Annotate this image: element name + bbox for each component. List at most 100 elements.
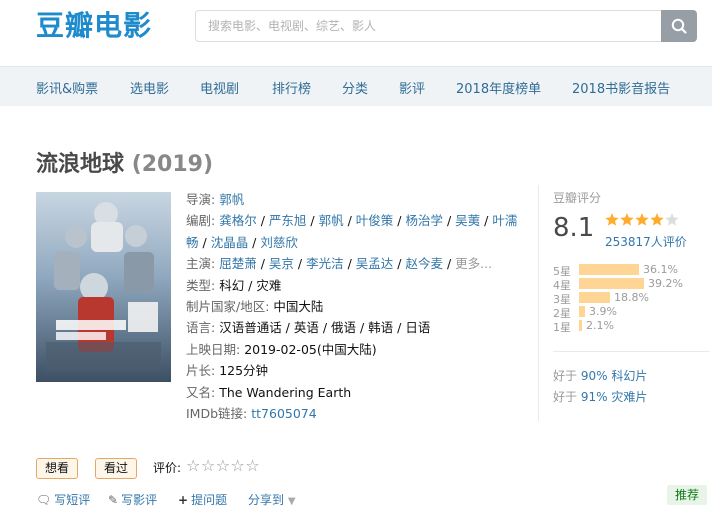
release-value: 2019-02-05(中国大陆) bbox=[244, 341, 377, 357]
write-short-review-link[interactable]: 🗨 写短评 bbox=[36, 491, 90, 508]
writer-link[interactable]: 刘慈欣 bbox=[260, 235, 298, 250]
movie-info: 导演: 郭帆 编剧: 龚格尔 / 严东旭 / 郭帆 / 叶俊策 / 杨治学 / … bbox=[186, 189, 526, 424]
rating-score: 8.1 bbox=[553, 213, 595, 243]
cast-link[interactable]: 屈楚萧 bbox=[219, 256, 257, 271]
info-release: 上映日期: 2019-02-05(中国大陆) bbox=[186, 339, 526, 360]
want-to-watch-button[interactable]: 想看 bbox=[36, 458, 79, 479]
rate-label: 评价: bbox=[153, 461, 182, 475]
rating-bar bbox=[579, 306, 585, 317]
search-bar bbox=[195, 10, 697, 42]
rating-bar bbox=[579, 320, 582, 331]
star-icon bbox=[635, 213, 649, 226]
rating-percent: 2.1% bbox=[586, 319, 614, 332]
nav-item-tickets[interactable]: 影讯&购票 bbox=[36, 78, 98, 97]
rating-bar bbox=[579, 292, 610, 303]
cast-link[interactable]: 赵今麦 bbox=[405, 256, 443, 271]
cast-link[interactable]: 李光洁 bbox=[306, 256, 344, 271]
info-country: 制片国家/地区: 中国大陆 bbox=[186, 296, 526, 317]
info-aka: 又名: The Wandering Earth bbox=[186, 382, 526, 403]
writer-label: 编剧: bbox=[186, 213, 216, 229]
share-link[interactable]: 分享到 ▼ bbox=[248, 491, 296, 508]
rating-votes-link[interactable]: 253817人评价 bbox=[605, 233, 687, 250]
rating-label: 豆瓣评分 bbox=[553, 191, 602, 205]
movie-year: (2019) bbox=[131, 152, 214, 177]
rating-panel: 豆瓣评分 8.1 253817人评价 5星 36.1% 4星 39.2% 3星 … bbox=[538, 185, 709, 421]
genre-value: 科幻 / 灾难 bbox=[219, 277, 282, 293]
aka-value: The Wandering Earth bbox=[219, 384, 352, 400]
info-cast: 主演: 屈楚萧 / 吴京 / 李光洁 / 吴孟达 / 赵今麦 / 更多... bbox=[186, 256, 493, 272]
ask-question-link[interactable]: + 提问题 bbox=[178, 491, 227, 508]
cast-more-link[interactable]: 更多... bbox=[455, 256, 492, 271]
writer-link[interactable]: 沈晶晶 bbox=[211, 235, 249, 250]
rating-percent: 36.1% bbox=[643, 263, 678, 276]
language-label: 语言: bbox=[186, 320, 216, 336]
runtime-label: 片长: bbox=[186, 363, 216, 379]
search-input[interactable] bbox=[195, 10, 661, 42]
genre-label: 类型: bbox=[186, 277, 216, 293]
language-value: 汉语普通话 / 英语 / 俄语 / 韩语 / 日语 bbox=[219, 320, 431, 336]
movie-title: 流浪地球 bbox=[36, 152, 125, 177]
info-imdb: IMDb链接: tt7605074 bbox=[186, 403, 526, 424]
site-header: 豆瓣电影 bbox=[0, 0, 712, 66]
recommend-button[interactable]: 推荐 bbox=[667, 485, 707, 505]
better-than-1: 好于 90% 科幻片 bbox=[553, 367, 647, 384]
page-title: 流浪地球 (2019) bbox=[36, 146, 213, 178]
writer-link[interactable]: 杨治学 bbox=[405, 213, 443, 228]
movie-poster[interactable] bbox=[36, 192, 171, 382]
chevron-down-icon: ▼ bbox=[287, 496, 296, 507]
writer-link[interactable]: 郭帆 bbox=[319, 213, 344, 228]
nav-item-charts[interactable]: 排行榜 bbox=[272, 78, 311, 97]
better-prefix: 好于 bbox=[553, 369, 578, 383]
aka-label: 又名: bbox=[186, 384, 216, 400]
country-value: 中国大陆 bbox=[273, 299, 324, 315]
search-button[interactable] bbox=[661, 10, 697, 42]
star-icon bbox=[620, 213, 634, 226]
better-link[interactable]: 91% 灾难片 bbox=[581, 390, 648, 404]
writer-link[interactable]: 叶俊策 bbox=[356, 213, 394, 228]
rating-divider bbox=[553, 351, 709, 352]
nav-item-reviews[interactable]: 影评 bbox=[399, 78, 425, 97]
star-icon bbox=[665, 213, 679, 226]
director-label: 导演: bbox=[186, 192, 216, 207]
rating-bar bbox=[579, 264, 639, 275]
director-link[interactable]: 郭帆 bbox=[219, 192, 244, 207]
writer-link[interactable]: 吴荑 bbox=[455, 213, 480, 228]
nav-item-2018-annual[interactable]: 2018年度榜单 bbox=[456, 78, 541, 97]
info-genre: 类型: 科幻 / 灾难 bbox=[186, 275, 526, 296]
rate-stars-input[interactable]: ☆☆☆☆☆ bbox=[186, 456, 260, 475]
imdb-label: IMDb链接: bbox=[186, 406, 248, 422]
comment-icon: 🗨 bbox=[36, 493, 52, 507]
main-nav: 影讯&购票 选电影 电视剧 排行榜 分类 影评 2018年度榜单 2018书影音… bbox=[0, 66, 712, 106]
search-icon bbox=[671, 18, 687, 34]
nav-item-explore[interactable]: 选电影 bbox=[130, 78, 169, 97]
cast-label: 主演: bbox=[186, 256, 216, 272]
write-review-link[interactable]: ✎ 写影评 bbox=[108, 491, 157, 508]
nav-item-tv[interactable]: 电视剧 bbox=[200, 78, 239, 97]
country-label: 制片国家/地区: bbox=[186, 299, 270, 315]
better-than-2: 好于 91% 灾难片 bbox=[553, 388, 647, 405]
release-label: 上映日期: bbox=[186, 341, 241, 357]
rating-stars bbox=[605, 212, 681, 232]
star-icon bbox=[650, 213, 664, 226]
cast-link[interactable]: 吴京 bbox=[269, 256, 294, 271]
douban-movie-logo[interactable]: 豆瓣电影 bbox=[36, 8, 152, 44]
info-language: 语言: 汉语普通话 / 英语 / 俄语 / 韩语 / 日语 bbox=[186, 317, 526, 338]
info-writers: 编剧: 龚格尔 / 严东旭 / 郭帆 / 叶俊策 / 杨治学 / 吴荑 / 叶濡… bbox=[186, 213, 518, 250]
star-icon bbox=[605, 213, 619, 226]
watched-button[interactable]: 看过 bbox=[95, 458, 138, 479]
rating-percent: 18.8% bbox=[614, 291, 649, 304]
rating-row-label: 1星 bbox=[553, 321, 571, 334]
better-link[interactable]: 90% 科幻片 bbox=[581, 369, 648, 383]
info-director: 导演: 郭帆 bbox=[186, 189, 526, 210]
rating-percent: 3.9% bbox=[589, 305, 617, 318]
nav-item-2018-report[interactable]: 2018书影音报告 bbox=[572, 78, 670, 97]
pencil-icon: ✎ bbox=[108, 493, 119, 507]
writer-link[interactable]: 龚格尔 bbox=[219, 213, 257, 228]
writer-link[interactable]: 严东旭 bbox=[269, 213, 307, 228]
imdb-link[interactable]: tt7605074 bbox=[251, 406, 316, 421]
nav-item-categories[interactable]: 分类 bbox=[342, 78, 368, 97]
rating-percent: 39.2% bbox=[648, 277, 683, 290]
info-runtime: 片长: 125分钟 bbox=[186, 360, 526, 381]
runtime-value: 125分钟 bbox=[219, 363, 269, 379]
cast-link[interactable]: 吴孟达 bbox=[356, 256, 394, 271]
